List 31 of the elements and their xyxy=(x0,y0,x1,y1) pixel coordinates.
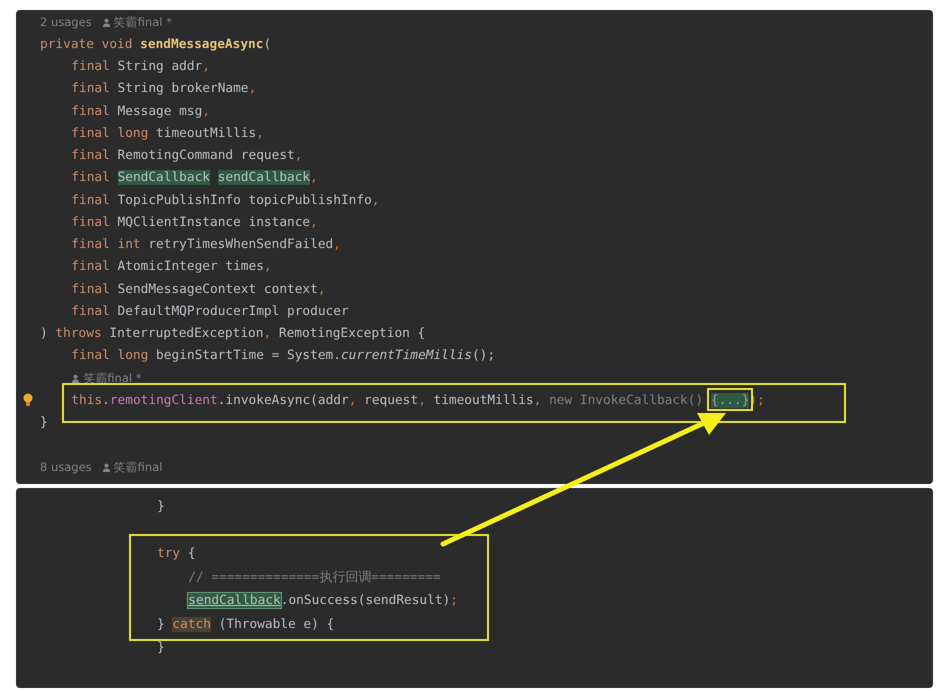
code-line: private void sendMessageAsync( xyxy=(40,36,272,52)
code-line: final String brokerName, xyxy=(71,81,256,96)
code-line: ) throws InterruptedException, RemotingException { xyxy=(40,326,426,342)
code-line: } xyxy=(40,415,48,430)
person-icon xyxy=(102,18,111,27)
code-line: final long beginStartTime = System.currentTimeMillis(); xyxy=(71,348,496,364)
code-line: final Message msg, xyxy=(71,104,210,119)
usages-hint[interactable]: 8 usages xyxy=(40,460,92,474)
code-line: final DefaultMQProducerImpl producer xyxy=(71,304,349,319)
author-hint[interactable]: 笑霸final xyxy=(114,460,162,475)
code-line: final String addr, xyxy=(71,59,210,74)
code-line: } xyxy=(157,640,165,656)
code-line: final SendMessageContext context, xyxy=(71,282,326,297)
code-line: final int retryTimesWhenSendFailed, xyxy=(71,237,341,252)
code-line: final RemotingCommand request, xyxy=(71,148,302,164)
code-line: final TopicPublishInfo topicPublishInfo, xyxy=(71,192,380,208)
code-line: final MQClientInstance instance, xyxy=(71,214,318,230)
code-line: } catch (Throwable e) { xyxy=(157,616,334,632)
person-icon xyxy=(102,462,111,472)
author-hint[interactable]: 笑霸final * xyxy=(114,14,172,30)
code-line: } xyxy=(157,499,165,514)
code-line: try { xyxy=(157,546,196,562)
code-line: sendCallback.onSuccess(sendResult); xyxy=(188,593,458,608)
usages-hint[interactable]: 2 usages xyxy=(40,15,92,30)
author-hint[interactable]: 笑霸final * xyxy=(83,370,142,386)
code-line: final SendCallback sendCallback, xyxy=(71,170,318,186)
code-line: final AtomicInteger times, xyxy=(71,259,272,274)
code-line: // ==============执行回调========= xyxy=(188,568,441,586)
lightbulb-icon[interactable] xyxy=(23,393,33,408)
person-icon xyxy=(71,374,80,383)
code-line: final long timeoutMillis, xyxy=(71,126,264,141)
